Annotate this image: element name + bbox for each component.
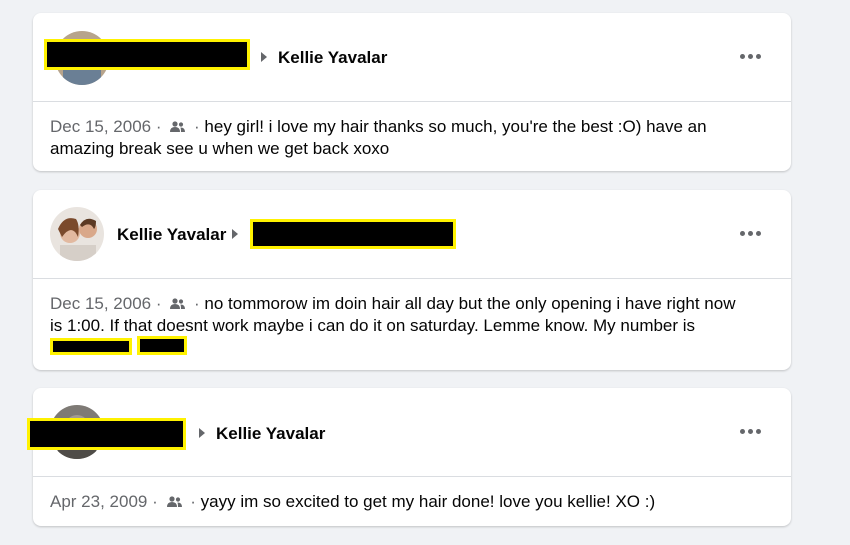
separator: · — [155, 117, 162, 136]
post-header: Kellie Yavalar — [33, 13, 791, 102]
separator: · — [155, 294, 162, 313]
friends-icon[interactable] — [166, 492, 182, 513]
recipient-name[interactable]: Kellie Yavalar — [216, 424, 325, 444]
separator: · — [152, 492, 158, 511]
post-date[interactable]: Dec 15, 2006 — [50, 294, 151, 313]
caret-right-icon — [199, 428, 205, 438]
post-card: Kellie Yavalar Apr 23, 2009 · · yayy im … — [27, 388, 791, 526]
caret-right-icon — [261, 52, 267, 62]
separator: · — [194, 294, 200, 313]
post-body: Dec 15, 2006 · · hey girl! i love my hai… — [33, 102, 791, 172]
post-card: Kellie Yavalar Dec 15, 2006 · · hey girl… — [33, 13, 791, 171]
more-options-icon[interactable] — [740, 429, 761, 434]
post-message: yayy im so excited to get my hair done! … — [200, 492, 656, 511]
post-body: Apr 23, 2009 · · yayy im so excited to g… — [33, 477, 791, 526]
separator: · — [190, 492, 196, 511]
caret-right-icon — [232, 229, 238, 239]
redacted-phone-number — [50, 338, 132, 355]
avatar[interactable] — [50, 207, 104, 261]
post-header: Kellie Yavalar — [33, 190, 791, 279]
recipient-name[interactable]: Kellie Yavalar — [278, 48, 387, 68]
post-date[interactable]: Dec 15, 2006 — [50, 117, 151, 136]
more-options-icon[interactable] — [740, 54, 761, 59]
post-body: Dec 15, 2006 · · no tommorow im doin hai… — [33, 279, 791, 370]
friends-icon[interactable] — [170, 294, 186, 315]
friends-icon[interactable] — [170, 117, 186, 138]
redacted-author-name — [44, 39, 250, 70]
redacted-phone-number-continued — [136, 336, 187, 355]
post-card: Kellie Yavalar Dec 15, 2006 · · no tommo… — [33, 190, 791, 370]
post-date[interactable]: Apr 23, 2009 — [50, 492, 147, 511]
post-message: no tommorow im doin hair all day but the… — [50, 294, 736, 335]
post-header: Kellie Yavalar — [27, 388, 791, 477]
author-name[interactable]: Kellie Yavalar — [117, 225, 226, 245]
redacted-recipient-name — [250, 219, 456, 249]
more-options-icon[interactable] — [740, 231, 761, 236]
separator: · — [194, 117, 200, 136]
redacted-author-name — [27, 418, 186, 450]
